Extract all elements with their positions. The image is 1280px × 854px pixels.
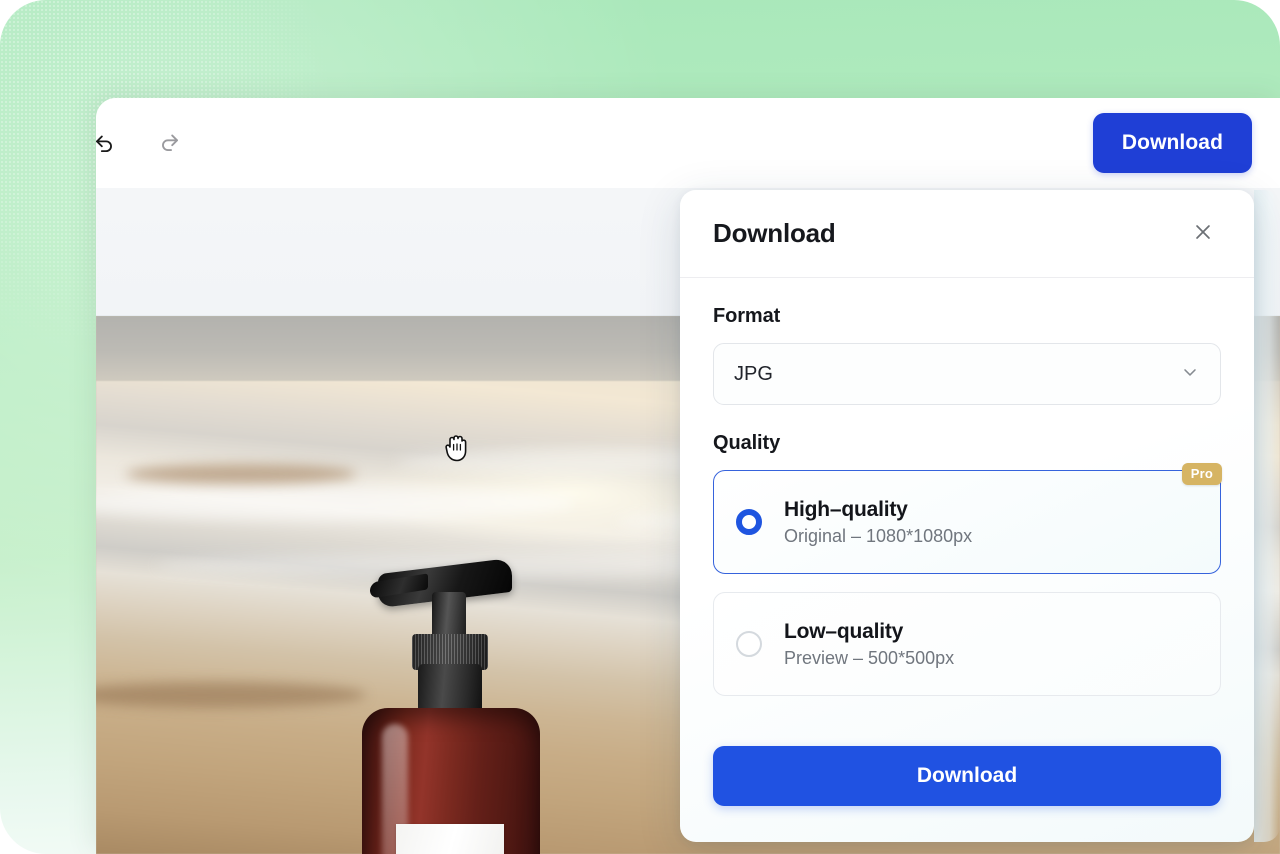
panel-right-edge-shade	[1254, 190, 1280, 842]
quality-option-low-text: Low–quality Preview – 500*500px	[784, 620, 954, 669]
download-dialog: Download Format JPG Quality High–quality…	[680, 190, 1254, 842]
screen-root: Download Download Format JPG Quality Hig…	[0, 0, 1280, 854]
download-dialog-title: Download	[713, 218, 836, 248]
format-field-label: Format	[713, 305, 781, 327]
format-select[interactable]: JPG	[713, 343, 1221, 405]
radio-high-quality[interactable]	[736, 509, 762, 535]
download-dialog-header: Download	[680, 190, 1254, 278]
quality-option-low-title: Low–quality	[784, 619, 904, 643]
history-tools-group	[96, 123, 190, 163]
app-header-bar: Download	[96, 98, 1280, 188]
quality-option-high-subtitle: Original – 1080*1080px	[784, 525, 973, 546]
header-download-button[interactable]: Download	[1092, 113, 1252, 173]
radio-low-quality[interactable]	[736, 631, 762, 657]
close-dialog-button[interactable]	[1186, 217, 1220, 251]
format-selected-value: JPG	[734, 362, 773, 385]
download-dialog-body: Format JPG Quality High–quality Original…	[680, 278, 1254, 696]
quality-option-low[interactable]: Low–quality Preview – 500*500px	[713, 592, 1221, 696]
close-x-icon	[1192, 221, 1214, 246]
quality-option-high[interactable]: High–quality Original – 1080*1080px Pro	[713, 463, 1222, 574]
quality-option-low-subtitle: Preview – 500*500px	[784, 647, 955, 668]
quality-field-label: Quality	[713, 432, 781, 454]
quality-option-high-title: High–quality	[784, 497, 908, 521]
chevron-down-icon	[1180, 362, 1200, 387]
pro-badge: Pro	[1181, 463, 1222, 485]
bottle-neck	[418, 664, 482, 714]
sand-streak	[126, 464, 356, 484]
undo-arrow-icon	[96, 130, 117, 156]
bottle-label	[396, 824, 504, 854]
dialog-download-button[interactable]: Download	[713, 746, 1221, 806]
product-bottle[interactable]	[362, 557, 540, 854]
redo-arrow-icon	[157, 130, 183, 156]
quality-option-high-text: High–quality Original – 1080*1080px	[784, 498, 972, 547]
undo-button[interactable]	[96, 123, 124, 163]
redo-button[interactable]	[150, 123, 190, 163]
